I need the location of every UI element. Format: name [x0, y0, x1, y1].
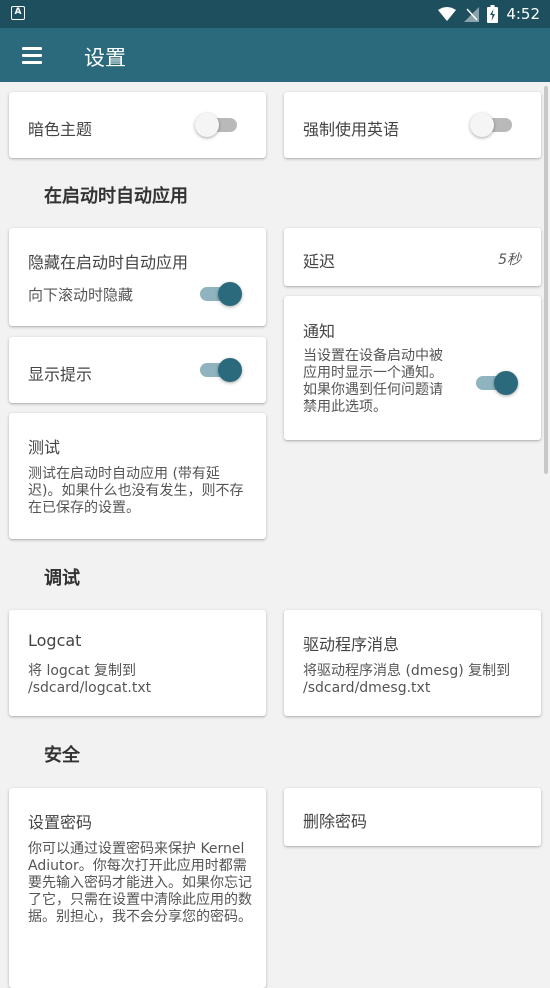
section-title-apply-on-boot: 在启动时自动应用 — [44, 186, 188, 207]
notify-switch[interactable] — [474, 370, 518, 396]
notify-description: 当设置在设备启动中被应用时显示一个通知。如果你遇到任何问题请禁用此选项。 — [303, 348, 443, 415]
dmesg-card[interactable]: 驱动程序消息 将驱动程序消息 (dmesg) 复制到 /sdcard/dmesg… — [284, 610, 541, 716]
force-english-switch[interactable] — [470, 112, 514, 138]
delay-value: 5秒 — [498, 252, 521, 268]
test-title: 测试 — [28, 438, 61, 457]
delay-label: 延迟 — [303, 252, 336, 271]
force-english-card[interactable]: 强制使用英语 — [284, 92, 541, 158]
logcat-card[interactable]: Logcat 将 logcat 复制到 /sdcard/logcat.txt — [9, 610, 266, 716]
hide-on-boot-card[interactable]: 隐藏在启动时自动应用 向下滚动时隐藏 — [9, 228, 266, 326]
delete-password-card[interactable]: 删除密码 — [284, 788, 541, 846]
test-description: 测试在启动时自动应用 (带有延迟)。如果什么也没有发生，则不存在已保存的设置。 — [28, 466, 244, 516]
dark-theme-card[interactable]: 暗色主题 — [9, 92, 266, 158]
notify-title: 通知 — [303, 322, 336, 341]
battery-icon — [487, 5, 499, 23]
status-icons: 4:52 — [438, 4, 540, 24]
test-card[interactable]: 测试 测试在启动时自动应用 (带有延迟)。如果什么也没有发生，则不存在已保存的设… — [9, 413, 266, 539]
logcat-description: 将 logcat 复制到 /sdcard/logcat.txt — [28, 663, 152, 696]
force-english-label: 强制使用英语 — [303, 120, 400, 139]
delete-password-label: 删除密码 — [303, 812, 368, 831]
hide-on-scroll-switch[interactable] — [198, 281, 242, 307]
wifi-icon — [438, 7, 457, 21]
show-tips-switch[interactable] — [198, 357, 242, 383]
menu-button[interactable] — [14, 37, 50, 73]
status-bar: A 4:52 — [0, 0, 550, 28]
dark-theme-label: 暗色主题 — [28, 120, 93, 139]
dark-theme-switch[interactable] — [195, 112, 239, 138]
page-title: 设置 — [84, 46, 126, 70]
app-bar: 设置 — [0, 28, 550, 82]
notify-card[interactable]: 通知 当设置在设备启动中被应用时显示一个通知。如果你遇到任何问题请禁用此选项。 — [284, 296, 541, 440]
section-title-security: 安全 — [44, 745, 80, 766]
show-tips-card[interactable]: 显示提示 — [9, 337, 266, 403]
scrollbar[interactable] — [544, 86, 548, 474]
app-notification-icon: A — [11, 6, 25, 20]
show-tips-label: 显示提示 — [28, 365, 93, 384]
signal-icon — [464, 6, 480, 22]
hide-on-boot-title: 隐藏在启动时自动应用 — [28, 253, 189, 272]
delay-card[interactable]: 延迟 5秒 — [284, 228, 541, 286]
clock: 4:52 — [506, 5, 540, 23]
dmesg-description: 将驱动程序消息 (dmesg) 复制到 /sdcard/dmesg.txt — [303, 663, 511, 696]
hide-on-scroll-label: 向下滚动时隐藏 — [28, 286, 134, 304]
dmesg-title: 驱动程序消息 — [303, 635, 400, 654]
set-password-card[interactable]: 设置密码 你可以通过设置密码来保护 Kernel Adiutor。你每次打开此应… — [9, 788, 266, 988]
section-title-debug: 调试 — [44, 568, 80, 589]
logcat-title: Logcat — [28, 631, 82, 650]
set-password-title: 设置密码 — [28, 813, 93, 832]
set-password-description: 你可以通过设置密码来保护 Kernel Adiutor。你每次打开此应用时都需要… — [28, 841, 252, 925]
